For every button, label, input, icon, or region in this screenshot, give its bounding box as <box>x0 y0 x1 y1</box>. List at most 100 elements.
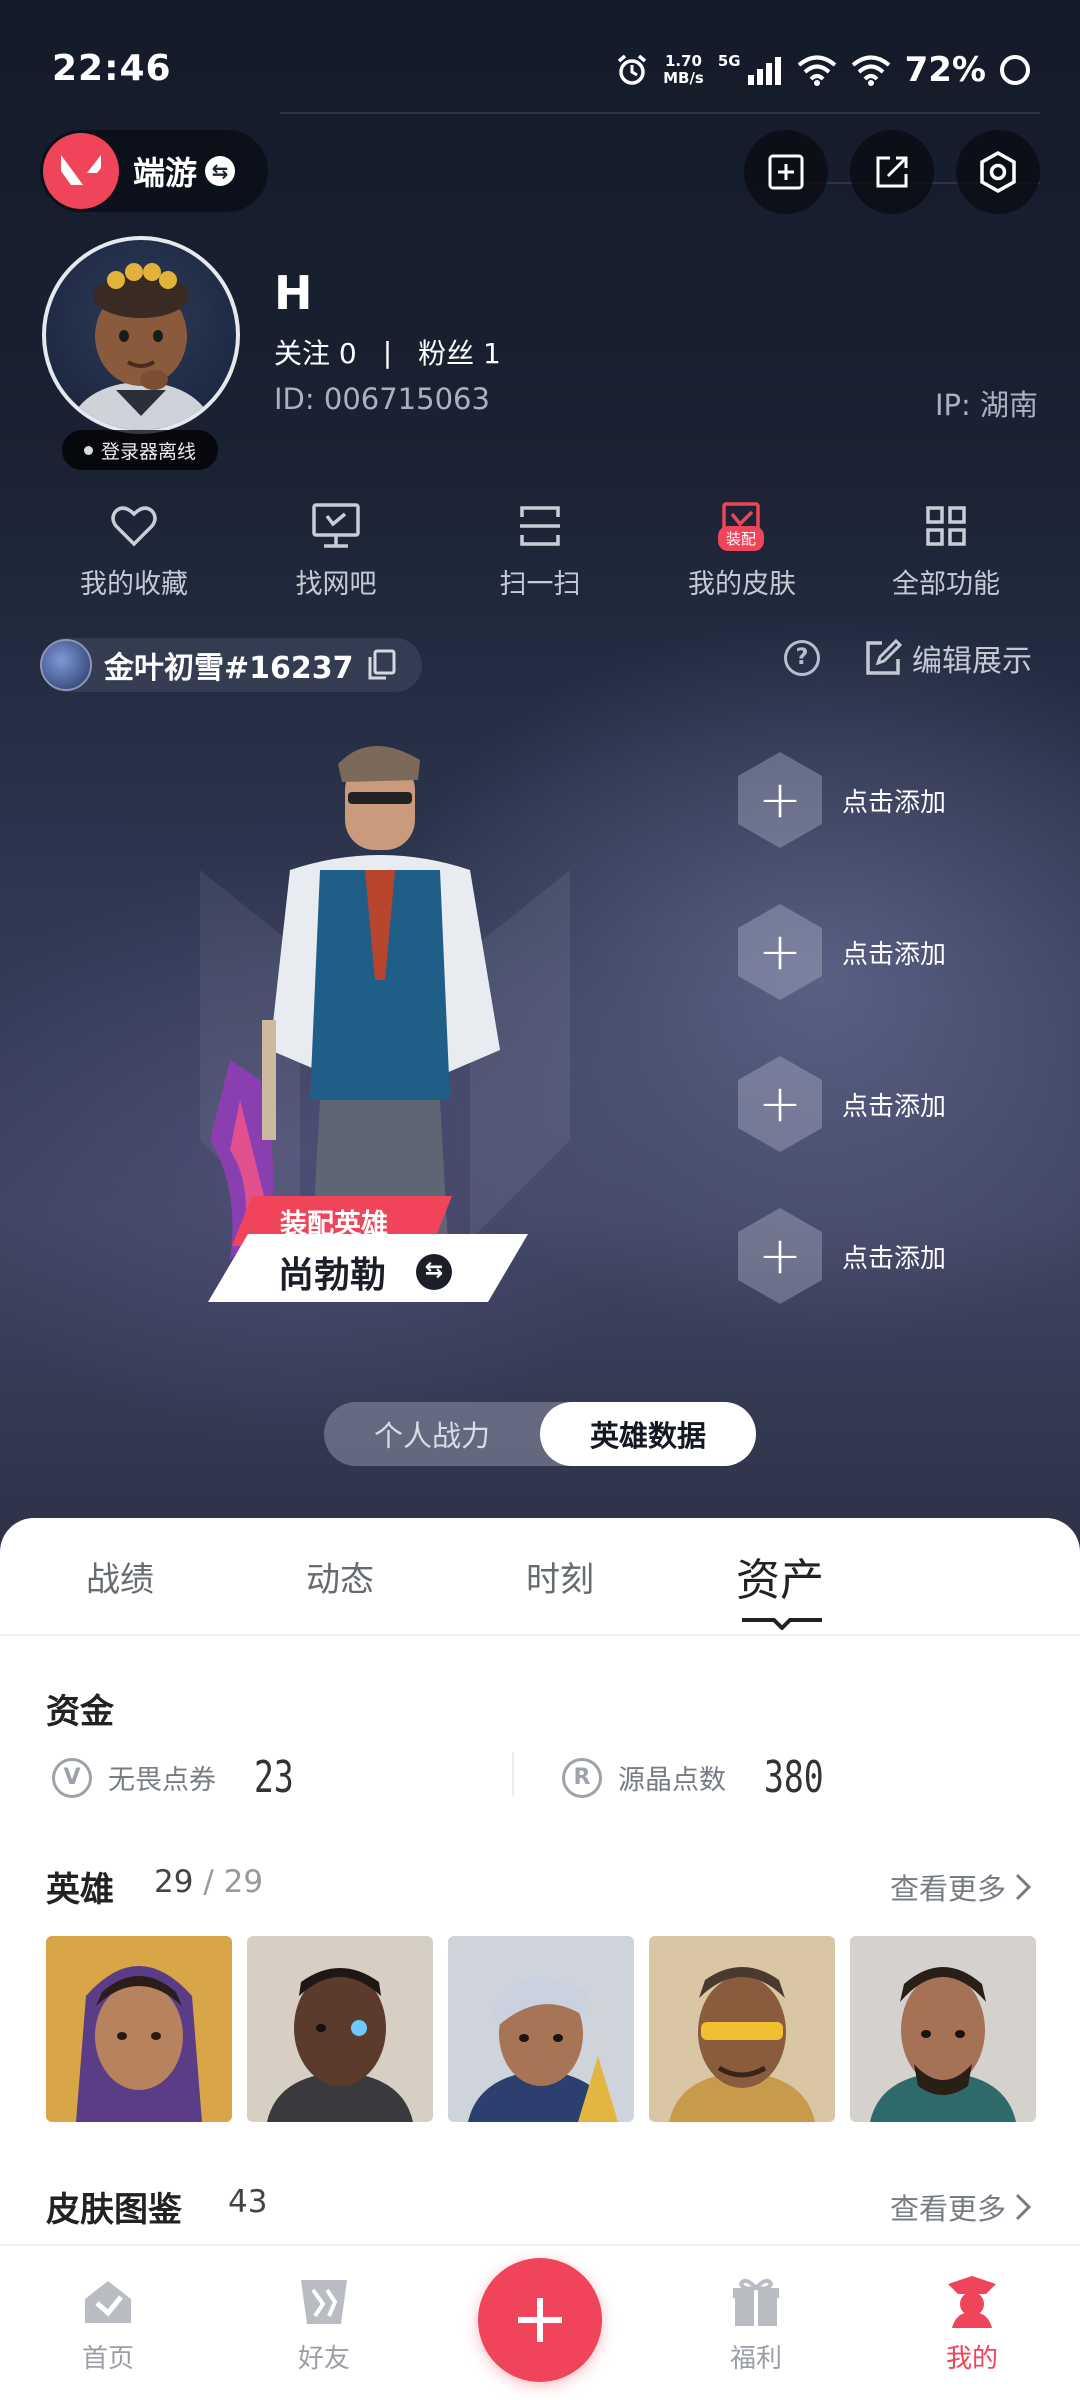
edit-showcase-label: 编辑展示 <box>912 644 1032 679</box>
nav-benefits[interactable]: 福利 <box>676 2272 836 2375</box>
active-tab-indicator <box>742 1618 822 1630</box>
follow-stats: 关注 0 | 粉丝 1 <box>274 332 501 372</box>
quick-functions: 我的收藏 找网吧 扫一扫 装配 我的皮肤 全部功能 <box>0 500 1080 610</box>
data-mode-toggle: 个人战力 英雄数据 <box>324 1402 756 1466</box>
user-ip: IP: 湖南 <box>934 388 1038 422</box>
agent-card[interactable] <box>247 1936 433 2122</box>
agents-see-more[interactable]: 查看更多 <box>890 1866 1032 1908</box>
toggle-personal-power[interactable]: 个人战力 <box>324 1402 540 1466</box>
card-add-button[interactable] <box>744 130 828 214</box>
swap-agent-icon[interactable]: ⇆ <box>416 1254 452 1290</box>
create-post-button[interactable] <box>478 2258 602 2382</box>
home-icon <box>28 2272 188 2332</box>
copy-icon[interactable] <box>366 649 396 681</box>
fund-divider <box>512 1752 514 1796</box>
login-status-text: 登录器离线 <box>100 440 196 463</box>
profile-icon <box>892 2272 1052 2332</box>
battery-icon <box>1000 55 1030 85</box>
status-icons: 1.70 MB/s 5G 72% <box>615 50 1030 90</box>
edit-icon <box>866 639 902 675</box>
plus-icon: + <box>738 752 822 848</box>
skins-count: 43 <box>228 2184 268 2220</box>
login-status-badge: 登录器离线 <box>62 430 218 470</box>
help-icon[interactable]: ? <box>784 640 820 676</box>
fund-radianite-value: 380 <box>764 1752 824 1803</box>
share-icon <box>876 156 908 188</box>
status-dot-icon <box>83 445 93 455</box>
network-speed: 1.70 MB/s <box>663 52 704 87</box>
avatar[interactable] <box>42 236 240 434</box>
tab-match-history[interactable]: 战绩 <box>86 1552 154 1601</box>
agent-card[interactable] <box>649 1936 835 2122</box>
func-find-cafe[interactable]: 找网吧 <box>236 500 436 601</box>
wifi-icon <box>851 55 890 86</box>
friends-icon <box>244 2272 404 2332</box>
agents-slash: / <box>203 1864 214 1900</box>
agent-name[interactable]: 尚勃勒 <box>278 1246 386 1298</box>
agent-portrait-image <box>649 1936 835 2122</box>
agent-portrait-image <box>247 1936 433 2122</box>
riot-id-chip[interactable]: 金叶初雪#16237 <box>40 638 422 692</box>
add-slot-label: 点击添加 <box>842 1243 947 1274</box>
swap-icon: ⇆ <box>205 156 236 186</box>
status-time: 22:46 <box>52 48 172 89</box>
add-slot-label: 点击添加 <box>842 939 947 970</box>
fund-vp-value: 23 <box>254 1752 294 1803</box>
skin-badge: 装配 <box>718 526 765 551</box>
func-favorites[interactable]: 我的收藏 <box>34 500 234 601</box>
nav-me[interactable]: 我的 <box>892 2272 1052 2375</box>
agent-card[interactable] <box>46 1936 232 2122</box>
gear-icon <box>980 150 1016 194</box>
agent-card-list <box>46 1936 1036 2122</box>
share-button[interactable] <box>850 130 934 214</box>
valorant-logo-icon <box>43 133 119 209</box>
status-bar: 22:46 1.70 MB/s 5G 72% <box>0 0 1080 140</box>
add-slot[interactable]: + 点击添加 <box>738 752 1038 848</box>
fund-vp: V 无畏点券 23 <box>52 1752 307 1803</box>
gift-icon <box>676 2272 836 2332</box>
grid-icon <box>846 500 1046 552</box>
skins-title: 皮肤图鉴 <box>46 2190 182 2230</box>
plus-icon: + <box>738 1056 822 1152</box>
fans-count[interactable]: 粉丝 1 <box>418 332 501 372</box>
plus-icon: + <box>738 1208 822 1304</box>
tab-activity[interactable]: 动态 <box>306 1552 374 1601</box>
agents-total: 29 <box>223 1864 264 1900</box>
toggle-agent-data[interactable]: 英雄数据 <box>540 1402 756 1466</box>
agents-owned: 29 <box>154 1864 194 1900</box>
alarm-icon <box>617 54 647 85</box>
func-all-features[interactable]: 全部功能 <box>846 500 1046 601</box>
nav-home[interactable]: 首页 <box>28 2272 188 2375</box>
func-my-skins[interactable]: 装配 我的皮肤 <box>642 500 842 601</box>
add-slot[interactable]: + 点击添加 <box>738 1208 1038 1304</box>
wifi-icon <box>797 55 836 86</box>
fund-radianite-label: 源晶点数 <box>618 1765 726 1796</box>
tab-moments[interactable]: 时刻 <box>526 1552 594 1601</box>
edit-showcase-button[interactable]: 编辑展示 <box>864 636 1032 680</box>
agents-title: 英雄 <box>46 1870 114 1910</box>
app-name: 端游 <box>133 154 198 192</box>
user-name: H <box>274 266 313 320</box>
follow-separator: | <box>382 335 393 369</box>
follow-count[interactable]: 关注 0 <box>274 332 357 372</box>
vp-icon: V <box>52 1757 92 1798</box>
agent-portrait-image <box>448 1936 634 2122</box>
radianite-icon: R <box>562 1757 602 1798</box>
skin-icon: 装配 <box>642 500 842 552</box>
app-switcher[interactable]: 端游 ⇆ <box>40 130 268 212</box>
func-scan[interactable]: 扫一扫 <box>440 500 640 601</box>
fund-vp-label: 无畏点券 <box>108 1765 216 1796</box>
skins-see-more-label: 查看更多 <box>889 2192 1006 2226</box>
agent-card[interactable] <box>850 1936 1036 2122</box>
add-slot-label: 点击添加 <box>842 1091 947 1122</box>
tab-assets[interactable]: 资产 <box>736 1544 824 1608</box>
agents-count: 29 / 29 <box>154 1864 263 1900</box>
card-plus-icon <box>768 154 804 190</box>
nav-friends[interactable]: 好友 <box>244 2272 404 2375</box>
agent-card[interactable] <box>448 1936 634 2122</box>
profile-tabs: 战绩 动态 时刻 资产 <box>0 1518 1080 1636</box>
add-slot[interactable]: + 点击添加 <box>738 904 1038 1000</box>
add-slot[interactable]: + 点击添加 <box>738 1056 1038 1152</box>
settings-button[interactable] <box>956 130 1040 214</box>
skins-see-more[interactable]: 查看更多 <box>890 2186 1032 2228</box>
